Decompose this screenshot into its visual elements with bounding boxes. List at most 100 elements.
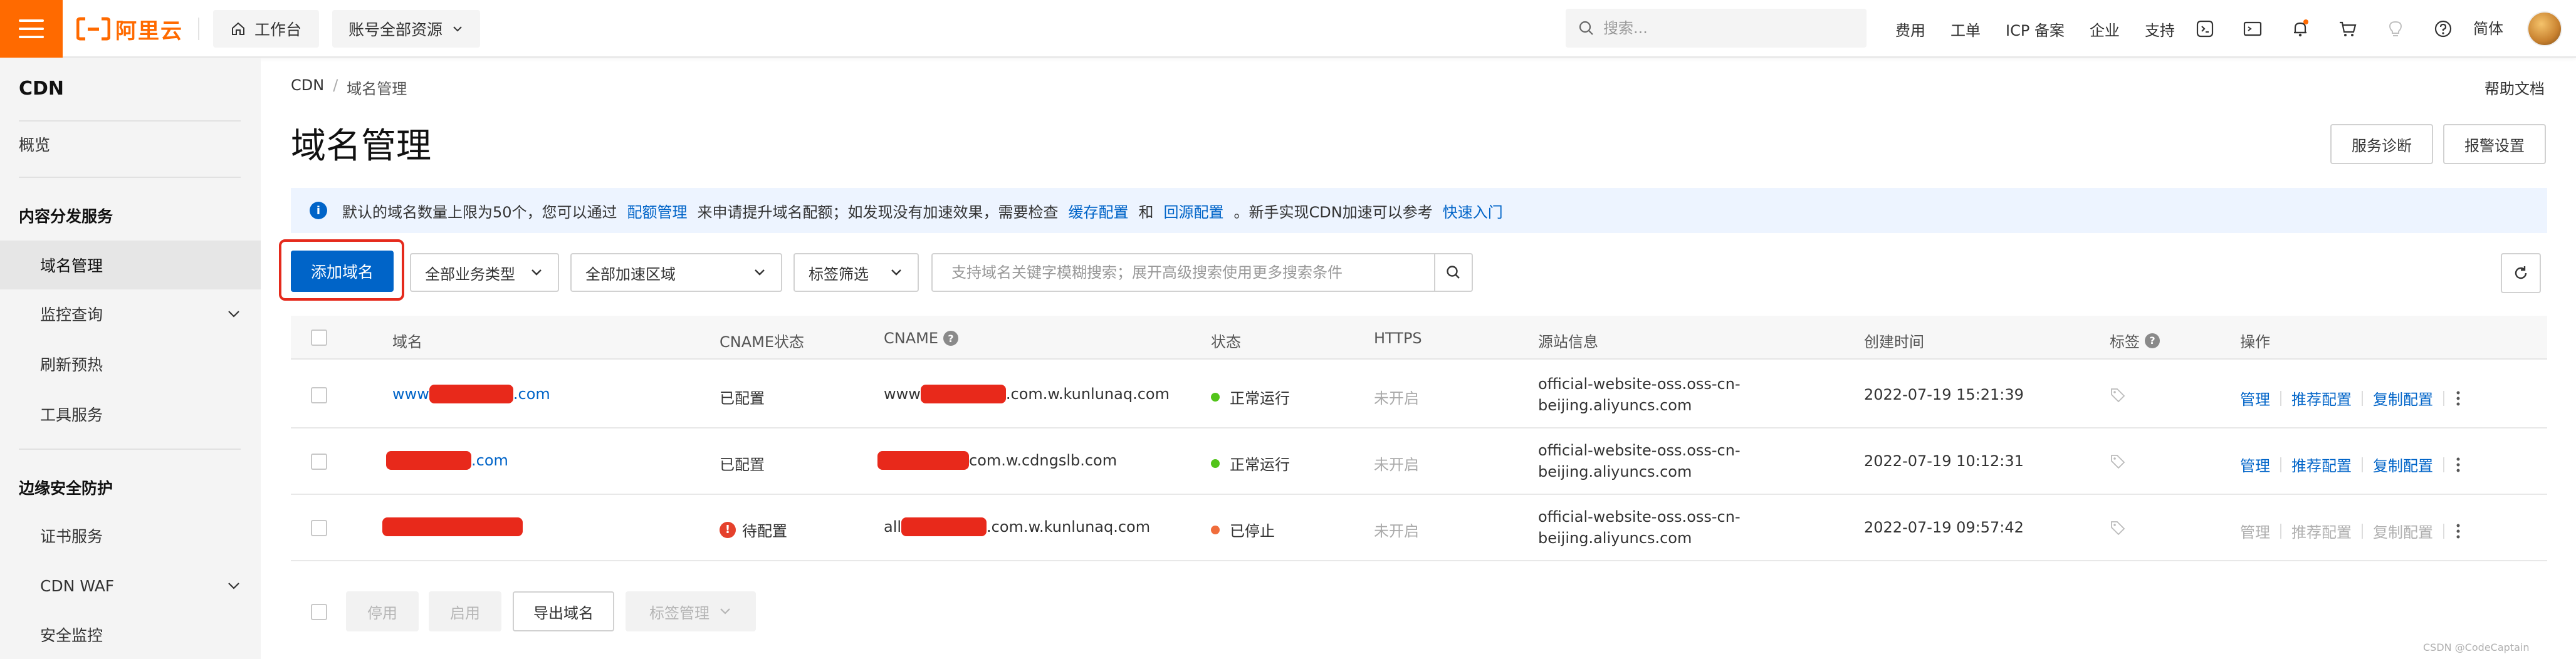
sidebar-item-monitoring[interactable]: 监控查询: [0, 289, 261, 338]
refresh-button[interactable]: [2501, 253, 2541, 293]
row-checkbox[interactable]: [311, 520, 327, 536]
top-bar: 阿里云 工作台 账号全部资源 费用 工单 ICP 备案 企业 支持: [0, 0, 2576, 58]
menu-icon[interactable]: [0, 0, 63, 58]
disable-button[interactable]: 停用: [346, 591, 419, 631]
search-icon: [1579, 21, 1593, 35]
cname-value: www .com.w.kunlunaq.com: [884, 385, 1170, 403]
help-icon[interactable]: ?: [2145, 333, 2160, 348]
manage-link[interactable]: 管理: [2240, 454, 2270, 475]
sidebar-item-label: 域名管理: [40, 257, 103, 275]
select-all-checkbox[interactable]: [311, 330, 327, 346]
region-select[interactable]: 全部加速区域: [570, 253, 782, 292]
more-icon[interactable]: [2454, 390, 2462, 407]
status-dot: [1211, 525, 1220, 534]
divider: [2443, 390, 2444, 406]
batch-select-checkbox[interactable]: [311, 604, 327, 620]
global-search-input[interactable]: [1603, 19, 1854, 37]
nav-support[interactable]: 支持: [2145, 18, 2175, 40]
sidebar-item-certificates[interactable]: 证书服务: [0, 511, 261, 560]
help-icon[interactable]: ?: [943, 331, 958, 346]
notice-text: 和: [1138, 203, 1154, 221]
quick-start-link[interactable]: 快速入门: [1443, 200, 1503, 222]
divider: [2362, 457, 2363, 472]
copy-config-link[interactable]: 复制配置: [2373, 387, 2433, 409]
enable-button[interactable]: 启用: [429, 591, 501, 631]
nav-enterprise[interactable]: 企业: [2090, 18, 2120, 40]
column-cname: CNAME ?: [884, 330, 958, 347]
sidebar-item-tools[interactable]: 工具服务: [0, 390, 261, 438]
cache-config-link[interactable]: 缓存配置: [1069, 200, 1129, 222]
domain-search-button[interactable]: [1434, 253, 1473, 292]
divider: [19, 449, 241, 450]
lightbulb-icon[interactable]: [2384, 18, 2407, 40]
chevron-down-icon: [228, 311, 239, 318]
recommend-config-link[interactable]: 推荐配置: [2291, 387, 2352, 409]
tag-icon[interactable]: [2110, 387, 2126, 403]
status-text: 正常运行: [1230, 456, 1290, 474]
service-diagnosis-button[interactable]: 服务诊断: [2330, 124, 2433, 164]
origin-config-link[interactable]: 回源配置: [1164, 200, 1224, 222]
origin-info: official-website-oss.oss-cn- beijing.ali…: [1538, 506, 1741, 549]
help-icon[interactable]: [2432, 18, 2454, 40]
help-doc-link[interactable]: 帮助文档: [2484, 76, 2545, 98]
copy-config-link[interactable]: 复制配置: [2373, 454, 2433, 475]
sidebar-item-security-monitor[interactable]: 安全监控: [0, 610, 261, 659]
global-search[interactable]: [1566, 9, 1867, 48]
quota-management-link[interactable]: 配额管理: [627, 200, 688, 222]
domain-link[interactable]: www .com: [392, 385, 550, 403]
row-checkbox[interactable]: [311, 454, 327, 470]
domain-link[interactable]: [382, 517, 523, 536]
business-type-select[interactable]: 全部业务类型: [410, 253, 559, 292]
tag-management-button[interactable]: 标签管理: [626, 591, 756, 631]
aliyun-logo[interactable]: 阿里云: [76, 15, 183, 44]
bell-icon[interactable]: [2289, 18, 2312, 40]
domain-prefix: www: [392, 385, 429, 403]
cart-icon[interactable]: [2337, 18, 2359, 40]
workbench-button[interactable]: 工作台: [213, 10, 320, 48]
divider: [2362, 390, 2363, 406]
origin-info: official-website-oss.oss-cn- beijing.ali…: [1538, 440, 1741, 482]
terminal-icon[interactable]: [2241, 18, 2264, 40]
column-status: 状态: [1211, 333, 1241, 351]
sidebar-item-cdn-waf[interactable]: CDN WAF: [0, 561, 261, 610]
domain-search-input[interactable]: [931, 253, 1435, 292]
button-label: 标签管理: [649, 604, 709, 622]
sidebar-item-overview[interactable]: 概览: [19, 133, 50, 155]
nav-icp[interactable]: ICP 备案: [2006, 18, 2065, 40]
cname-status: 已配置: [720, 456, 765, 474]
export-domains-button[interactable]: 导出域名: [513, 591, 614, 631]
row-actions: 管理 推荐配置 复制配置: [2240, 387, 2462, 409]
cloud-shell-icon[interactable]: [2194, 18, 2216, 40]
recommend-config-link[interactable]: 推荐配置: [2291, 454, 2352, 475]
row-checkbox[interactable]: [311, 387, 327, 403]
alarm-settings-button[interactable]: 报警设置: [2443, 124, 2546, 164]
account-resources-dropdown[interactable]: 账号全部资源: [332, 10, 481, 48]
notice-banner: i 默认的域名数量上限为50个，您可以通过 配额管理 来申请提升域名配额；如发现…: [291, 188, 2547, 233]
account-label: 账号全部资源: [348, 21, 443, 39]
more-icon[interactable]: [2454, 456, 2462, 474]
sidebar-item-domain-management[interactable]: 域名管理: [0, 241, 261, 289]
add-domain-button[interactable]: 添加域名: [291, 251, 394, 292]
language-switch[interactable]: 简体: [2473, 16, 2503, 38]
manage-link[interactable]: 管理: [2240, 387, 2270, 409]
tag-filter-select[interactable]: 标签筛选: [793, 253, 919, 292]
nav-tickets[interactable]: 工单: [1950, 18, 1981, 40]
more-icon[interactable]: [2454, 522, 2462, 540]
sidebar-title: CDN: [19, 78, 65, 100]
sidebar-group-content-delivery: 内容分发服务: [19, 207, 113, 226]
home-icon: [232, 22, 244, 35]
https-status: 未开启: [1374, 522, 1419, 540]
tag-icon[interactable]: [2110, 520, 2126, 536]
breadcrumb-root[interactable]: CDN: [291, 76, 324, 98]
column-https: HTTPS: [1374, 330, 1422, 347]
table-row: .com 已配置 com.w.cdngslb.com 正常运行 未开启 offi…: [291, 428, 2547, 495]
https-status: 未开启: [1374, 390, 1419, 407]
redaction-mark: [429, 385, 513, 403]
sidebar-item-refresh-preload[interactable]: 刷新预热: [0, 340, 261, 388]
origin-info: official-website-oss.oss-cn- beijing.ali…: [1538, 373, 1741, 416]
nav-fees[interactable]: 费用: [1895, 18, 1925, 40]
tag-icon[interactable]: [2110, 454, 2126, 470]
origin-line: official-website-oss.oss-cn-: [1538, 442, 1741, 459]
avatar[interactable]: [2527, 11, 2562, 46]
domain-link[interactable]: .com: [386, 451, 508, 470]
